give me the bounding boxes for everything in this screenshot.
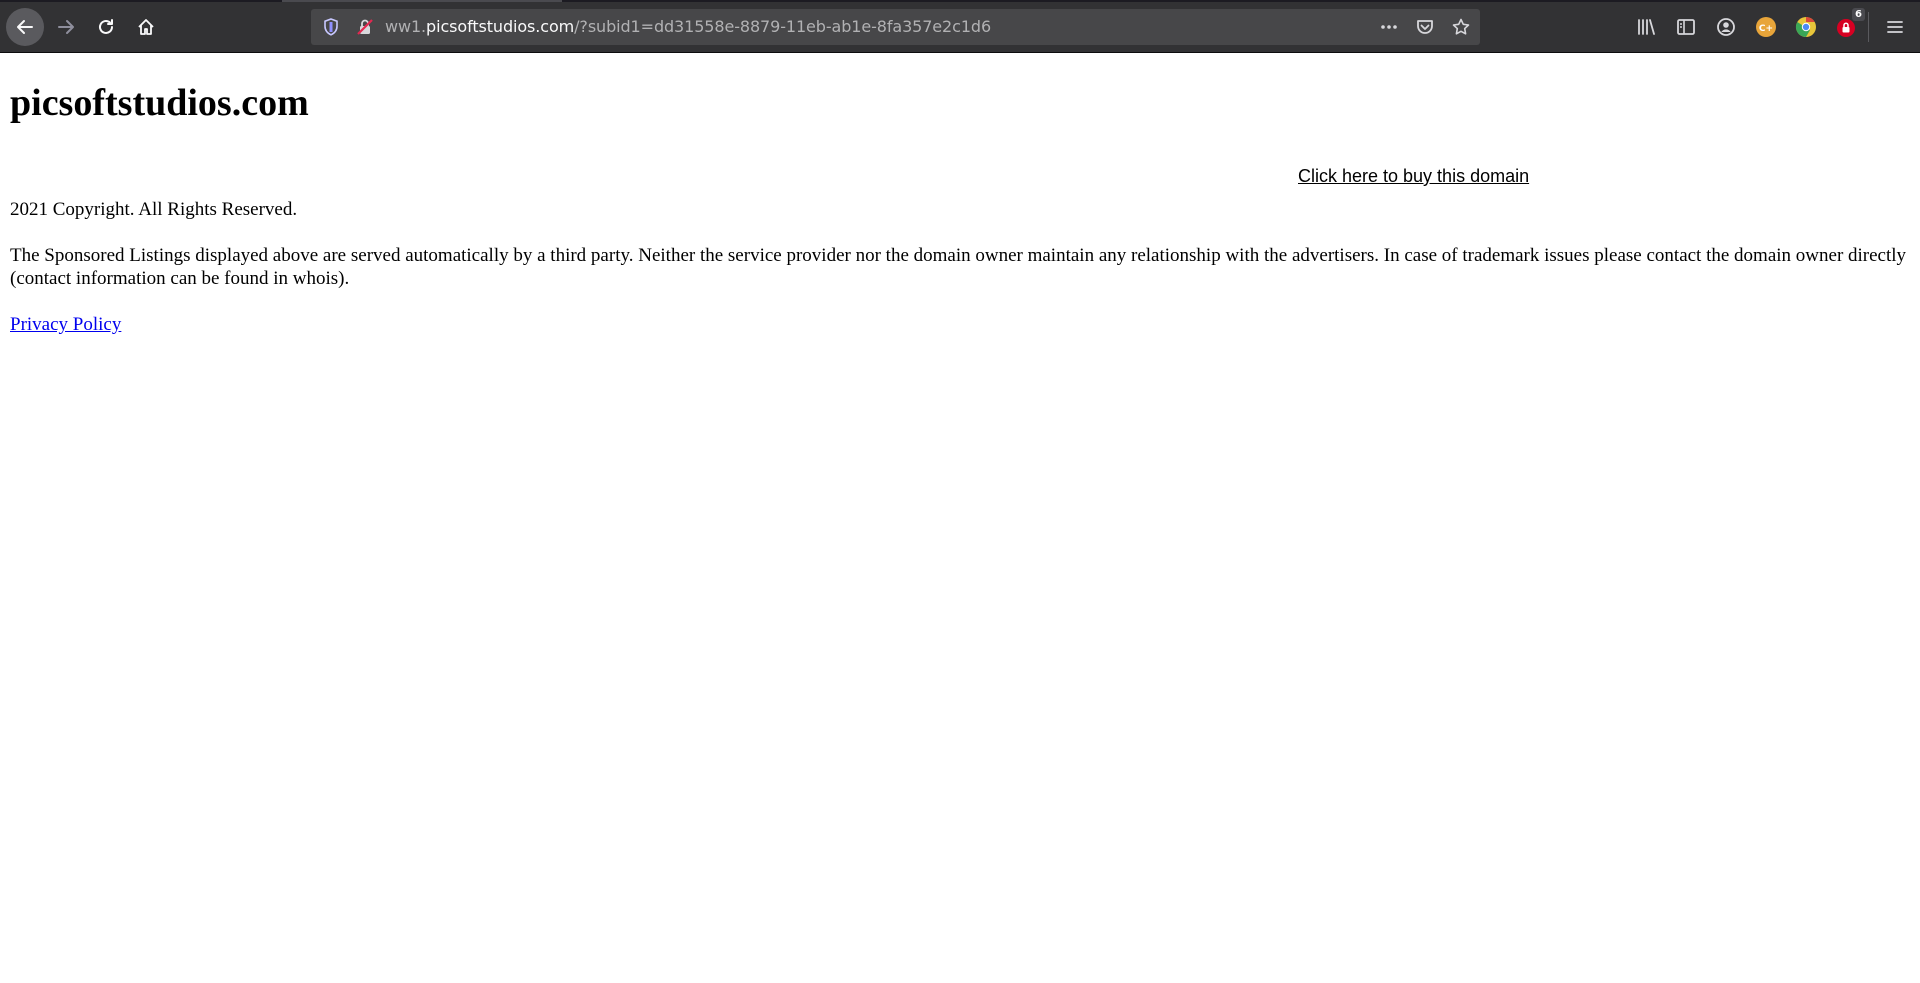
sidebar-button[interactable] <box>1674 15 1698 39</box>
url-host: picsoftstudios.com <box>426 17 575 36</box>
extension-cplus-button[interactable]: C+ <box>1754 15 1778 39</box>
disclaimer-text: The Sponsored Listings displayed above a… <box>10 245 1907 289</box>
library-icon <box>1638 19 1655 35</box>
extension-lock-button[interactable]: 6 <box>1834 8 1865 39</box>
home-icon <box>138 19 154 35</box>
back-button[interactable] <box>6 8 44 46</box>
star-icon <box>1452 18 1470 35</box>
forward-button[interactable] <box>47 8 85 46</box>
bookmark-star-button[interactable] <box>1450 16 1472 38</box>
home-button[interactable] <box>127 8 165 46</box>
url-prefix: ww1. <box>385 17 427 36</box>
url-actions <box>1378 9 1472 45</box>
colorful-circle-icon <box>1795 16 1816 38</box>
page-title: picsoftstudios.com <box>10 82 309 124</box>
insecure-lock-icon[interactable] <box>355 17 375 37</box>
privacy-policy-link[interactable]: Privacy Policy <box>10 313 121 336</box>
reload-button[interactable] <box>87 8 125 46</box>
library-button[interactable] <box>1634 15 1658 39</box>
pocket-icon <box>1417 20 1433 34</box>
hamburger-menu-icon <box>1887 21 1903 33</box>
arrow-right-icon <box>58 20 74 34</box>
copyright-text: 2021 Copyright. All Rights Reserved. <box>10 199 298 220</box>
buy-domain-link[interactable]: Click here to buy this domain <box>1298 165 1529 187</box>
account-button[interactable] <box>1714 15 1738 39</box>
extension-cplus-icon: C+ <box>1756 17 1776 37</box>
page-actions-button[interactable] <box>1378 16 1400 38</box>
extension-chrome-button[interactable] <box>1794 15 1818 39</box>
tracking-shield-icon[interactable] <box>321 17 341 37</box>
url-text[interactable]: ww1.picsoftstudios.com/?subid1=dd31558e-… <box>385 9 991 45</box>
extension-badge: 6 <box>1852 8 1865 21</box>
menu-button[interactable] <box>1883 15 1907 39</box>
extension-avatar-label: C+ <box>1759 24 1773 34</box>
more-horizontal-icon <box>1381 25 1397 29</box>
sidebar-icon <box>1677 19 1695 35</box>
account-icon <box>1717 18 1735 36</box>
browser-toolbar: ww1.picsoftstudios.com/?subid1=dd31558e-… <box>0 0 1920 53</box>
arrow-left-icon <box>17 20 33 34</box>
active-tab-indicator[interactable] <box>282 0 562 2</box>
page-content: picsoftstudios.com Click here to buy thi… <box>0 53 1920 983</box>
pocket-button[interactable] <box>1414 16 1436 38</box>
toolbar-separator <box>1868 12 1869 42</box>
tab-strip <box>0 0 1920 2</box>
url-bar[interactable]: ww1.picsoftstudios.com/?subid1=dd31558e-… <box>311 9 1480 45</box>
url-path: /?subid1=dd31558e-8879-11eb-ab1e-8fa357e… <box>574 17 992 36</box>
reload-icon <box>99 19 113 34</box>
